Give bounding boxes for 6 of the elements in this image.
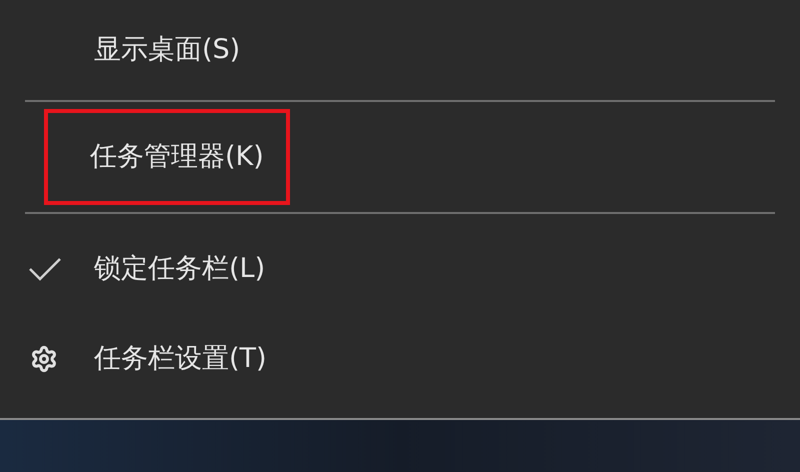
menu-item[interactable]: 锁定任务栏(L) bbox=[90, 244, 270, 294]
gear-icon bbox=[30, 345, 58, 373]
menu-item[interactable]: 任务管理器(K) bbox=[44, 108, 290, 206]
menu-item[interactable]: 显示桌面(S) bbox=[90, 26, 244, 74]
checkmark-icon bbox=[28, 256, 62, 282]
menu-item[interactable]: 任务栏设置(T) bbox=[90, 334, 271, 384]
